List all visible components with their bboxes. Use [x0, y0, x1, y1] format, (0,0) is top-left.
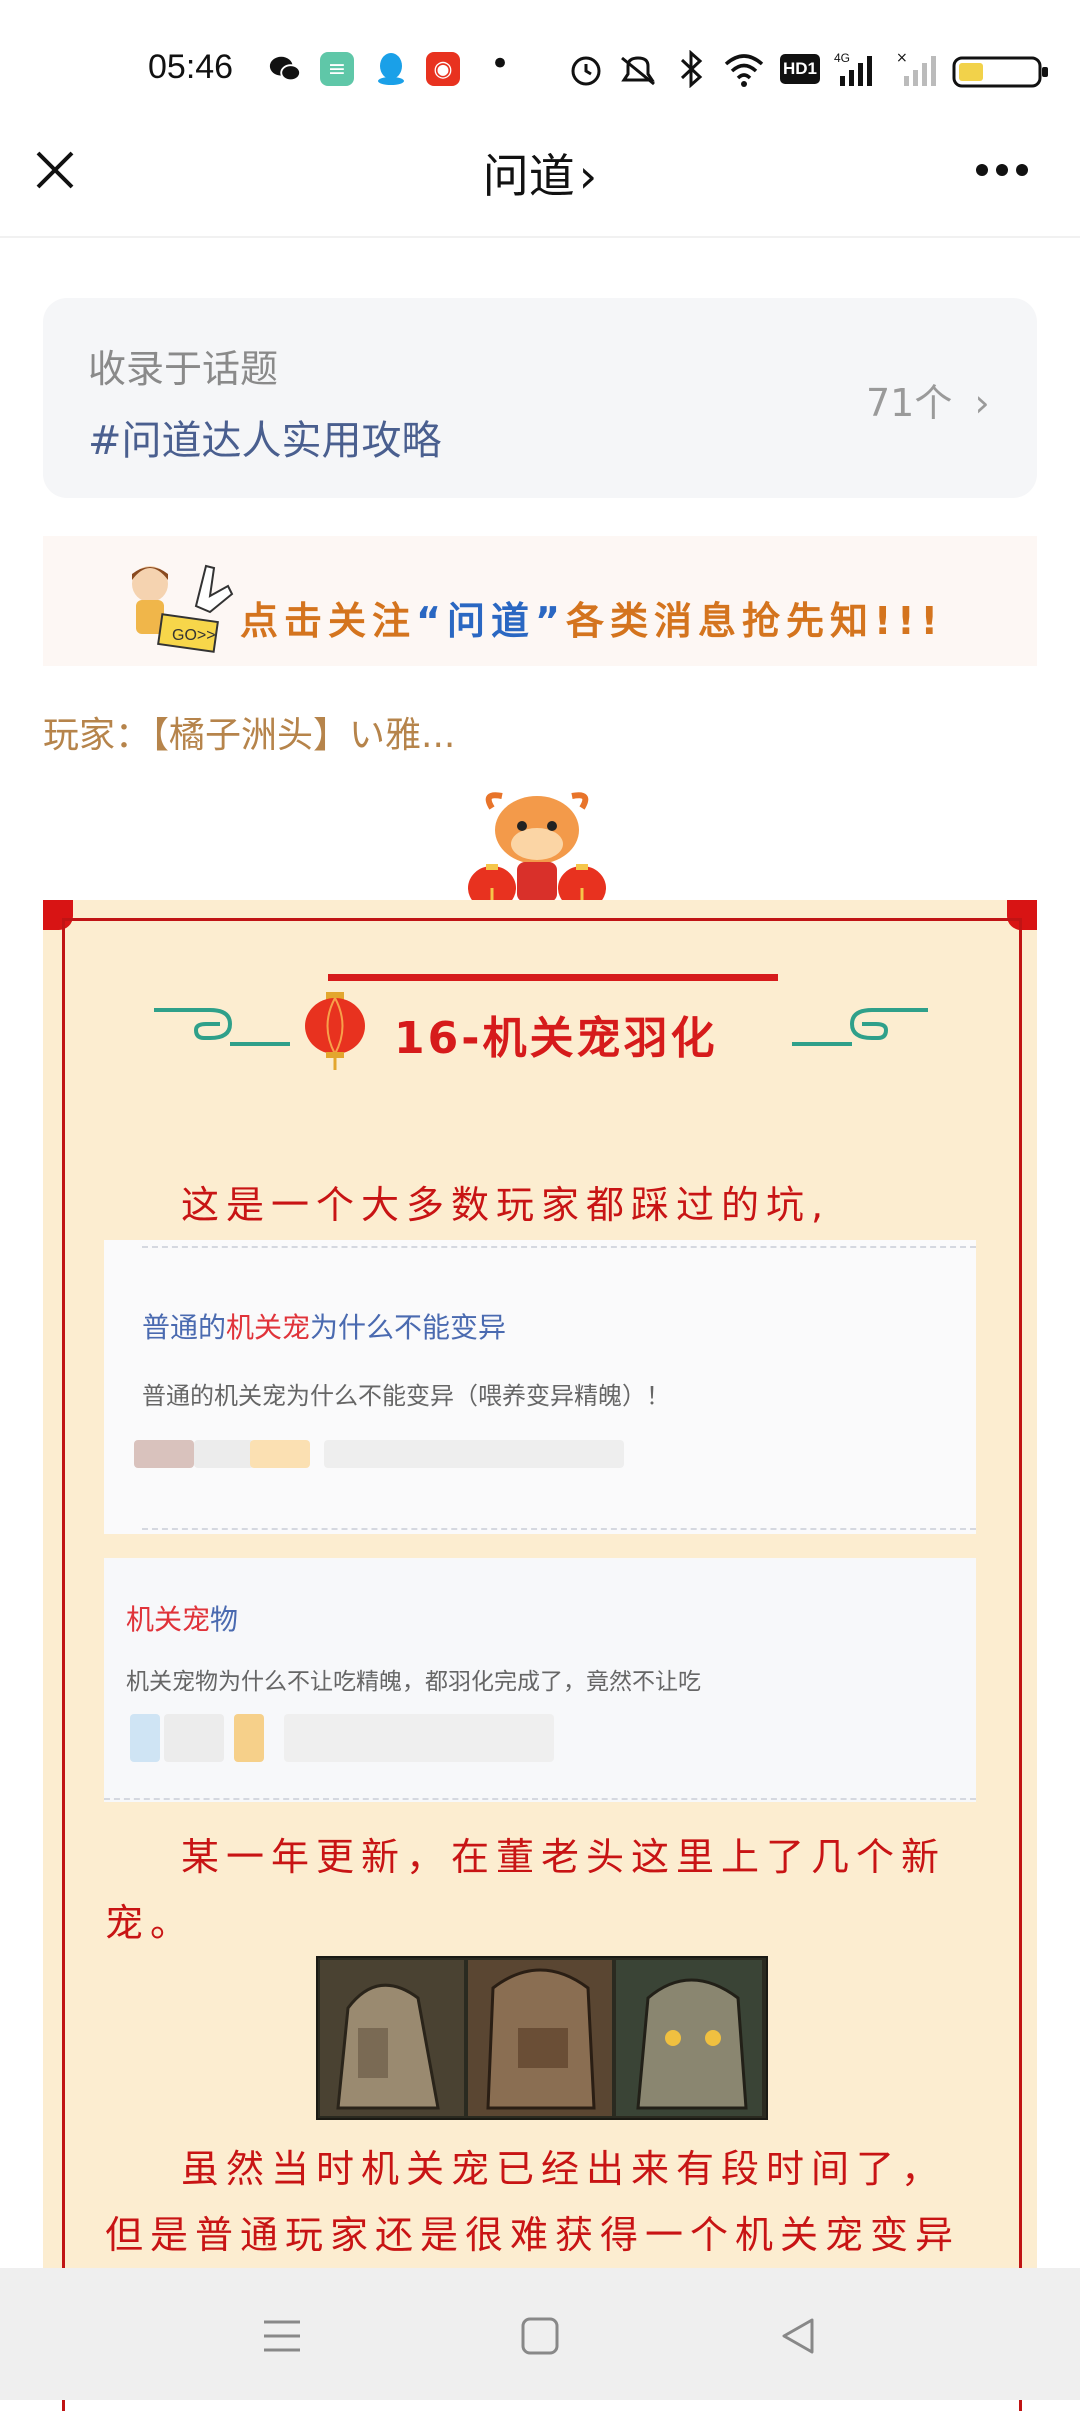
- card-title-highlight: 机关宠: [126, 1603, 211, 1636]
- status-bar: 05:46 ≡ ◉ • HD1 4G ×: [0, 0, 1080, 130]
- blurred-text: [164, 1714, 224, 1762]
- card-title: 普通的机关宠为什么不能变异: [142, 1306, 506, 1346]
- close-icon: [36, 151, 74, 189]
- alarm-icon: [568, 52, 604, 92]
- blurred-text: [194, 1440, 254, 1468]
- blurred-text: [284, 1714, 554, 1762]
- signal-4g-icon: 4G: [834, 50, 882, 92]
- topic-count-value: 71个: [866, 381, 953, 425]
- quoted-article-card[interactable]: 机关宠物 机关宠物为什么不让吃精魄，都羽化完成了，竟然不让吃: [104, 1558, 976, 1802]
- battery-icon: [952, 56, 1048, 88]
- more-dot: [1016, 164, 1028, 176]
- card-divider: [104, 1798, 976, 1800]
- status-time: 05:46: [148, 48, 234, 86]
- video-app-icon: ◉: [426, 52, 460, 86]
- more-dot: [976, 164, 988, 176]
- back-button[interactable]: [778, 2316, 818, 2360]
- chevron-right-icon: ›: [974, 381, 990, 425]
- nav-divider: [0, 236, 1080, 238]
- more-options-button[interactable]: [976, 150, 1036, 190]
- blurred-text: [324, 1440, 624, 1468]
- mascot-girl-icon: GO>>: [110, 556, 240, 670]
- card-description: 机关宠物为什么不让吃精魄，都羽化完成了，竟然不让吃: [126, 1669, 701, 1695]
- card-divider: [142, 1246, 976, 1248]
- lantern-icon: [302, 990, 368, 1074]
- article-paragraph: 某一年更新，在董老头这里上了几个新宠。: [105, 1835, 947, 1945]
- heading-bar: [328, 974, 778, 981]
- card-title-suffix: 为什么不能变异: [310, 1311, 507, 1344]
- go-label: GO>>: [172, 627, 216, 644]
- blurred-avatar: [130, 1714, 160, 1762]
- banner-text-suffix: 各类消息抢先知!!!: [565, 599, 944, 643]
- more-dot: [996, 164, 1008, 176]
- signal-x-icon: ×: [896, 50, 940, 92]
- card-title-suffix: 物: [210, 1603, 239, 1636]
- blurred-avatar: [134, 1440, 194, 1468]
- qq-icon: [374, 52, 408, 86]
- wifi-icon: [722, 52, 766, 92]
- app-icon: ≡: [320, 52, 354, 86]
- mute-icon: [616, 52, 660, 92]
- account-title: 问道: [482, 149, 575, 203]
- wechat-icon: [268, 52, 302, 86]
- bluetooth-icon: [678, 49, 704, 92]
- status-dot: •: [490, 44, 511, 84]
- article-paragraph: 这是一个大多数玩家都踩过的坑,: [181, 1183, 831, 1227]
- card-divider: [142, 1528, 976, 1530]
- blurred-badge: [234, 1714, 264, 1762]
- wave-left-icon: [150, 998, 290, 1058]
- banner-text: 点击关注“问道”各类消息抢先知!!!: [240, 590, 944, 645]
- pet-image[interactable]: [316, 1956, 768, 2120]
- quoted-article-card[interactable]: 普通的机关宠为什么不能变异 普通的机关宠为什么不能变异（喂养变异精魄）！: [104, 1240, 976, 1534]
- topic-caption: 收录于话题: [88, 347, 279, 391]
- svg-text:×: ×: [896, 50, 908, 66]
- article-paragraph: 虽然当时机关宠已经出来有段时间了，但是普通玩家还是很难获得一个机关宠变异或者: [105, 2147, 961, 2257]
- banner-text-highlight: “问道”: [416, 599, 566, 643]
- system-nav-bar: [0, 2268, 1080, 2400]
- account-title-link[interactable]: 问道›: [360, 140, 720, 206]
- player-line: 玩家：【橘子洲头】い雅...: [43, 715, 456, 756]
- hd-icon: HD1: [780, 54, 820, 84]
- card-title: 机关宠物: [126, 1598, 238, 1638]
- menu-icon: [264, 2320, 300, 2352]
- chevron-right-icon: ›: [578, 149, 598, 203]
- close-button[interactable]: [30, 145, 80, 195]
- card-title-prefix: 普通的: [142, 1311, 227, 1344]
- home-square-icon: [521, 2317, 559, 2355]
- svg-text:4G: 4G: [834, 51, 850, 65]
- blurred-badge: [250, 1440, 310, 1468]
- card-description: 普通的机关宠为什么不能变异（喂养变异精魄）！: [142, 1382, 670, 1410]
- banner-text-prefix: 点击关注: [240, 599, 417, 643]
- card-title-highlight: 机关宠: [226, 1311, 311, 1344]
- topic-name[interactable]: #问道达人实用攻略: [88, 408, 442, 466]
- article-heading: 16-机关宠羽化: [394, 1013, 718, 1064]
- menu-button[interactable]: [262, 2316, 302, 2360]
- wave-right-icon: [792, 998, 932, 1058]
- back-triangle-icon: [782, 2318, 814, 2354]
- home-button[interactable]: [520, 2316, 560, 2360]
- topic-count[interactable]: 71个 ›: [866, 372, 990, 427]
